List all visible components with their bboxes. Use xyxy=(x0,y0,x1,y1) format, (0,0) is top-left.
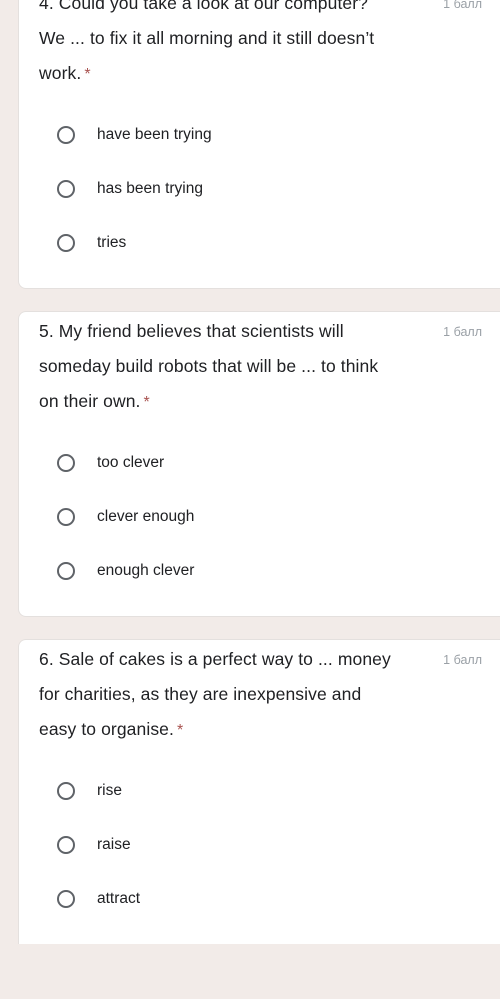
option-label: too clever xyxy=(97,453,165,471)
option-label: clever enough xyxy=(97,507,195,525)
points-label-4: 1 балл xyxy=(443,0,482,11)
question-text-5: 5. My friend believes that scientists wi… xyxy=(39,321,379,411)
question-card-4: 4. Could you take a look at our computer… xyxy=(18,0,500,289)
required-asterisk-6: * xyxy=(176,722,184,739)
options-list-4: have been trying has been trying tries xyxy=(39,92,482,288)
option-label: attract xyxy=(97,889,141,907)
option-row[interactable]: raise xyxy=(39,818,482,872)
option-row[interactable]: too clever xyxy=(39,436,482,490)
card-separator xyxy=(0,617,500,639)
points-label-5: 1 балл xyxy=(443,325,482,339)
card-separator xyxy=(0,289,500,311)
radio-button-icon[interactable] xyxy=(57,562,75,580)
option-row[interactable]: enough clever xyxy=(39,544,482,598)
radio-button-icon[interactable] xyxy=(57,180,75,198)
points-label-6: 1 балл xyxy=(443,653,482,667)
question-text-6: 6. Sale of cakes is a perfect way to ...… xyxy=(39,649,391,739)
form-scroll-container[interactable]: 4. Could you take a look at our computer… xyxy=(0,0,500,999)
option-label: raise xyxy=(97,835,131,853)
radio-button-icon[interactable] xyxy=(57,782,75,800)
option-label: rise xyxy=(97,781,122,799)
option-row[interactable]: attract xyxy=(39,872,482,926)
question-header-4: 4. Could you take a look at our computer… xyxy=(39,0,482,92)
form-question-list: 4. Could you take a look at our computer… xyxy=(0,0,500,944)
radio-button-icon[interactable] xyxy=(57,890,75,908)
radio-button-icon[interactable] xyxy=(57,126,75,144)
question-card-5: 5. My friend believes that scientists wi… xyxy=(18,311,500,617)
question-title-5: 5. My friend believes that scientists wi… xyxy=(39,314,391,420)
option-label: tries xyxy=(97,233,127,251)
options-list-6: rise raise attract xyxy=(39,748,482,944)
question-card-6: 6. Sale of cakes is a perfect way to ...… xyxy=(18,639,500,944)
radio-button-icon[interactable] xyxy=(57,234,75,252)
question-title-4: 4. Could you take a look at our computer… xyxy=(39,0,391,92)
option-label: has been trying xyxy=(97,179,203,197)
option-row[interactable]: rise xyxy=(39,764,482,818)
radio-button-icon[interactable] xyxy=(57,508,75,526)
option-row[interactable]: clever enough xyxy=(39,490,482,544)
question-title-6: 6. Sale of cakes is a perfect way to ...… xyxy=(39,642,391,748)
radio-button-icon[interactable] xyxy=(57,454,75,472)
option-label: have been trying xyxy=(97,125,212,143)
options-list-5: too clever clever enough enough clever xyxy=(39,420,482,616)
required-asterisk-5: * xyxy=(143,394,150,411)
required-asterisk-4: * xyxy=(84,66,91,83)
option-row[interactable]: has been trying xyxy=(39,162,482,216)
option-row[interactable]: have been trying xyxy=(39,108,482,162)
option-label: enough clever xyxy=(97,561,195,579)
question-header-5: 5. My friend believes that scientists wi… xyxy=(39,312,482,420)
radio-button-icon[interactable] xyxy=(57,836,75,854)
option-row[interactable]: tries xyxy=(39,216,482,270)
question-header-6: 6. Sale of cakes is a perfect way to ...… xyxy=(39,640,482,748)
